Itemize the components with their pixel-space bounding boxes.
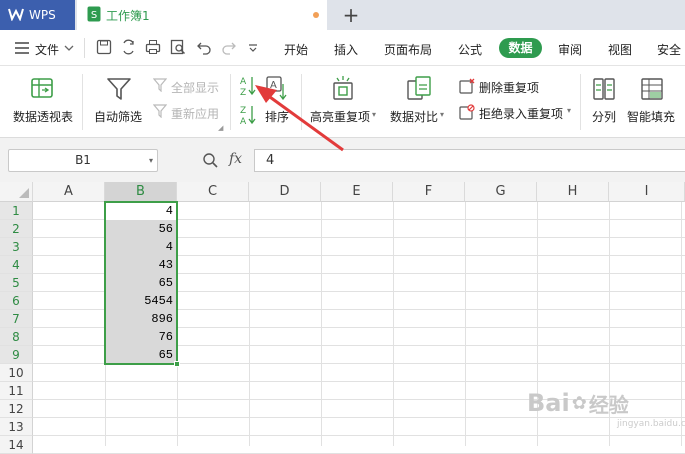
watermark-brand-cn: 经验 — [588, 392, 629, 417]
paw-icon: ✿ — [571, 392, 587, 414]
watermark-url: jingyan.baidu.com — [617, 419, 685, 429]
baidu-watermark: Bai ✿ 经验 jingyan.baidu.com — [527, 383, 685, 429]
annotation-arrow-icon — [255, 85, 344, 152]
watermark-brand: Bai — [527, 389, 570, 417]
